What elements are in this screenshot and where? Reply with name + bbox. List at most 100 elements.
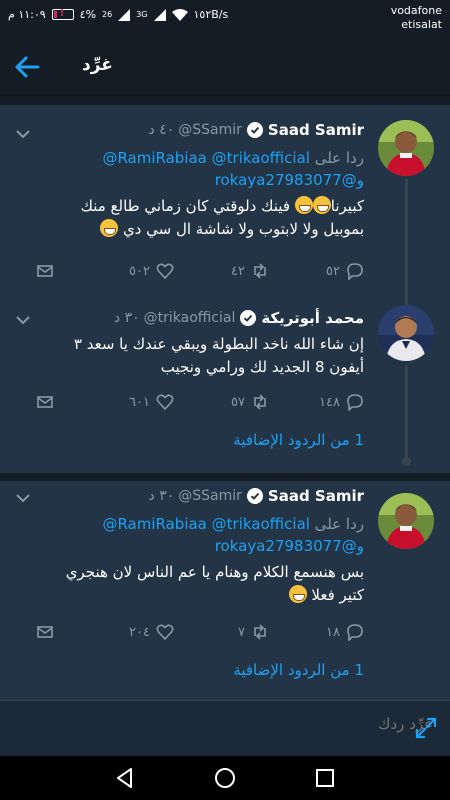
like-button[interactable]: ٢٠٤ <box>129 623 174 641</box>
author-handle[interactable]: @trikaofficial <box>144 310 236 326</box>
more-replies-link[interactable]: 1 من الردود الإضافية <box>233 661 364 679</box>
chevron-down-icon[interactable] <box>16 129 30 139</box>
mentions-line-2[interactable]: و@rokaya27983077 <box>215 171 364 189</box>
reply-button[interactable]: ١٤٨ <box>319 393 364 411</box>
retweet-count: ٤٢ <box>231 263 245 279</box>
mentions-line-1[interactable]: @RamiRabiaa @trikaofficial <box>102 149 309 167</box>
grinning-emoji-icon <box>294 196 313 214</box>
share-button[interactable] <box>36 262 54 280</box>
reply-prefix: ردا على <box>314 515 364 533</box>
tweet-text-line-1b: فينك دلوقتي كان زماني طالع منك <box>80 197 290 215</box>
thread-line <box>405 365 408 461</box>
mentions-line-1[interactable]: @RamiRabiaa @trikaofficial <box>102 515 309 533</box>
carrier-1: vodafone <box>390 4 442 17</box>
share-button[interactable] <box>36 623 54 641</box>
tweet-actions: ١٨ ٧ ٢٠٤ <box>14 623 364 645</box>
avatar[interactable] <box>378 120 434 176</box>
like-count: ٦٠١ <box>129 394 150 410</box>
share-icon <box>37 626 53 638</box>
signal-label-1: 26 <box>102 10 113 19</box>
author-handle[interactable]: @SSamir <box>178 488 242 504</box>
tweet-text-line-1: إن شاء الله ناخد البطولة ويبقي عندك يا س… <box>73 335 364 353</box>
battery-icon <box>51 8 74 20</box>
grinning-emoji-icon <box>100 219 119 237</box>
thread-dot <box>402 457 411 466</box>
tweet-actions: ١٤٨ ٥٧ ٦٠١ <box>14 393 364 415</box>
reply-icon <box>347 263 363 280</box>
reply-prefix: ردا على <box>314 149 364 167</box>
retweet-icon <box>254 394 266 410</box>
carrier-2: etisalat <box>401 18 442 31</box>
more-replies-link[interactable]: 1 من الردود الإضافية <box>233 431 364 449</box>
signal-icon-2 <box>153 8 166 21</box>
author-name[interactable]: محمد أبوتريكة <box>261 309 364 327</box>
avatar[interactable] <box>378 305 434 361</box>
heart-icon <box>156 263 174 280</box>
clock: ١١:٠٩ م <box>8 8 46 21</box>
nav-home-icon[interactable] <box>213 766 237 790</box>
wifi-icon <box>171 8 188 21</box>
reply-count: ١٨ <box>326 624 340 640</box>
retweet-button[interactable]: ٧ <box>238 623 269 641</box>
share-icon <box>37 396 53 408</box>
tweet-time: ٤٠ د <box>148 122 175 138</box>
verified-badge-icon <box>246 488 263 504</box>
like-button[interactable]: ٦٠١ <box>129 393 174 411</box>
battery-percent: ٤% <box>79 8 97 21</box>
retweet-icon <box>254 624 266 640</box>
signal-label-2: 3G <box>136 10 148 19</box>
tweet-time: ٣٠ د <box>113 310 140 326</box>
chevron-down-icon[interactable] <box>16 315 30 325</box>
tweet-header: محمد أبوتريكة @trikaofficial ٣٠ د <box>114 307 364 329</box>
thread-line <box>405 179 408 295</box>
avatar[interactable] <box>378 493 434 549</box>
tweet-text-line-2: أيفون 8 الجديد لك ورامي ونجيب <box>160 358 364 376</box>
reply-button[interactable]: ٥٢ <box>326 262 364 280</box>
retweet-button[interactable]: ٥٧ <box>231 393 269 411</box>
reply-icon <box>347 624 363 641</box>
tweet-header: Saad Samir @SSamir ٤٠ د <box>149 119 364 141</box>
reply-count: ٥٢ <box>326 263 340 279</box>
tweet-text: إن شاء الله ناخد البطولة ويبقي عندك يا س… <box>14 333 364 379</box>
tweet-text-line-2: كتير فعلا <box>311 586 364 604</box>
tweet-feed[interactable]: Saad Samir @SSamir ٤٠ د ردا على @RamiRab… <box>0 97 450 700</box>
nav-recents-icon[interactable] <box>313 766 337 790</box>
heart-icon <box>156 624 174 641</box>
share-icon <box>37 265 53 277</box>
tweet-text-line-1: بس هنسمع الكلام وهنام يا عم الناس لان هن… <box>65 563 364 581</box>
tweet-3[interactable]: Saad Samir @SSamir ٣٠ د ردا على @RamiRab… <box>0 481 450 700</box>
reply-button[interactable]: ١٨ <box>326 623 364 641</box>
tweet-text-line-1a: كبيرنا <box>330 197 364 215</box>
heart-icon <box>156 394 174 411</box>
tweet-text: كبيرنا فينك دلوقتي كان زماني طالع منك بم… <box>14 195 364 241</box>
grinning-emoji-icon <box>288 585 307 603</box>
like-count: ٢٠٤ <box>129 624 150 640</box>
grinning-emoji-icon <box>312 196 331 214</box>
carrier-info: vodafone etisalat <box>391 4 442 32</box>
status-left: ١١:٠٩ م ٤% 26 3G ١٥٢B/s <box>8 8 228 21</box>
expand-icon[interactable] <box>414 716 438 740</box>
verified-badge-icon <box>246 122 263 138</box>
retweet-button[interactable]: ٤٢ <box>231 262 269 280</box>
tweet-2[interactable]: محمد أبوتريكة @trikaofficial ٣٠ د إن شاء… <box>0 295 450 473</box>
author-name[interactable]: Saad Samir <box>268 487 364 505</box>
feed-gap <box>0 97 450 105</box>
back-arrow-icon[interactable] <box>12 52 42 82</box>
system-nav-bar <box>0 756 450 800</box>
chevron-down-icon[interactable] <box>16 493 30 503</box>
retweet-count: ٧ <box>238 624 245 640</box>
tweet-1[interactable]: Saad Samir @SSamir ٤٠ د ردا على @RamiRab… <box>0 105 450 295</box>
verified-badge-icon <box>240 310 257 326</box>
nav-back-icon[interactable] <box>113 766 137 790</box>
tweet-text: بس هنسمع الكلام وهنام يا عم الناس لان هن… <box>14 561 364 607</box>
like-count: ٥٠٢ <box>129 263 150 279</box>
mentions-line-2[interactable]: و@rokaya27983077 <box>215 537 364 555</box>
author-handle[interactable]: @SSamir <box>178 122 242 138</box>
reply-input[interactable] <box>52 715 432 733</box>
reply-context: ردا على @RamiRabiaa @trikaofficial و@rok… <box>14 147 364 191</box>
tweet-actions: ٥٢ ٤٢ ٥٠٢ <box>14 262 364 284</box>
tweet-text-line-2: بموبيل ولا لابتوب ولا شاشة ال سي دي <box>122 220 364 238</box>
author-name[interactable]: Saad Samir <box>268 121 364 139</box>
like-button[interactable]: ٥٠٢ <box>129 262 174 280</box>
share-button[interactable] <box>36 393 54 411</box>
